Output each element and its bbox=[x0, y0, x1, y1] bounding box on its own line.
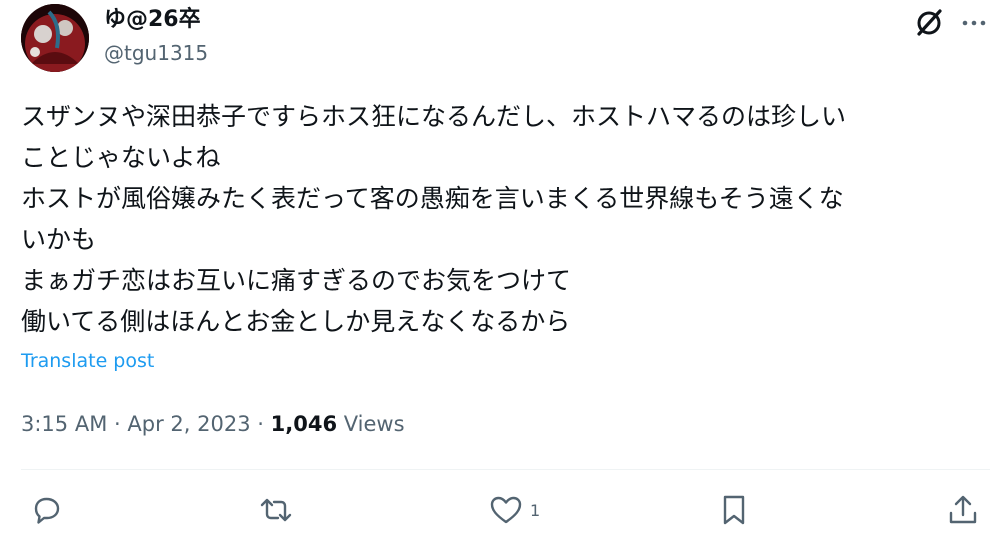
avatar[interactable] bbox=[21, 4, 89, 72]
reply-button[interactable] bbox=[30, 493, 64, 527]
tweet-line: スザンヌや深田恭子ですらホス狂になるんだし、ホストハマるのは珍しい bbox=[21, 102, 847, 131]
share-button[interactable] bbox=[946, 493, 980, 527]
translate-post-link[interactable]: Translate post bbox=[21, 348, 154, 374]
share-icon bbox=[946, 493, 980, 527]
more-icon[interactable] bbox=[958, 6, 990, 38]
grok-icon[interactable] bbox=[913, 6, 945, 38]
user-handle[interactable]: @tgu1315 bbox=[104, 40, 208, 66]
repost-button[interactable] bbox=[258, 493, 294, 527]
bookmark-icon bbox=[718, 493, 750, 527]
tweet-line: 働いてる側はほんとお金としか見えなくなるから bbox=[21, 307, 571, 336]
reply-icon bbox=[30, 493, 64, 527]
tweet-line: まぁガチ恋はお互いに痛すぎるのでお気をつけて bbox=[21, 266, 572, 295]
tweet-line: いかも bbox=[21, 225, 97, 254]
display-name[interactable]: ゆ@26卒 bbox=[104, 6, 201, 34]
heart-icon bbox=[488, 493, 524, 527]
tweet-line: ホストが風俗嬢みたく表だって客の愚痴を言いまくる世界線もそう遠くな bbox=[21, 184, 844, 213]
views-count: 1,046 bbox=[270, 412, 338, 436]
divider bbox=[21, 469, 990, 470]
bookmark-button[interactable] bbox=[718, 493, 750, 527]
tweet-time[interactable]: 3:15 AM bbox=[21, 412, 107, 436]
meta-separator: · bbox=[257, 412, 264, 436]
like-button[interactable]: 1 bbox=[488, 493, 540, 527]
repost-icon bbox=[258, 493, 294, 527]
tweet-line: ことじゃないよね bbox=[21, 143, 221, 172]
views-label: Views bbox=[343, 412, 405, 436]
meta-separator: · bbox=[114, 412, 121, 436]
tweet-text: スザンヌや深田恭子ですらホス狂になるんだし、ホストハマるのは珍しい ことじゃない… bbox=[21, 96, 986, 342]
tweet-date[interactable]: Apr 2, 2023 bbox=[127, 412, 250, 436]
tweet-meta: 3:15 AM · Apr 2, 2023 · 1,046 Views bbox=[21, 409, 405, 439]
like-count: 1 bbox=[530, 500, 541, 520]
